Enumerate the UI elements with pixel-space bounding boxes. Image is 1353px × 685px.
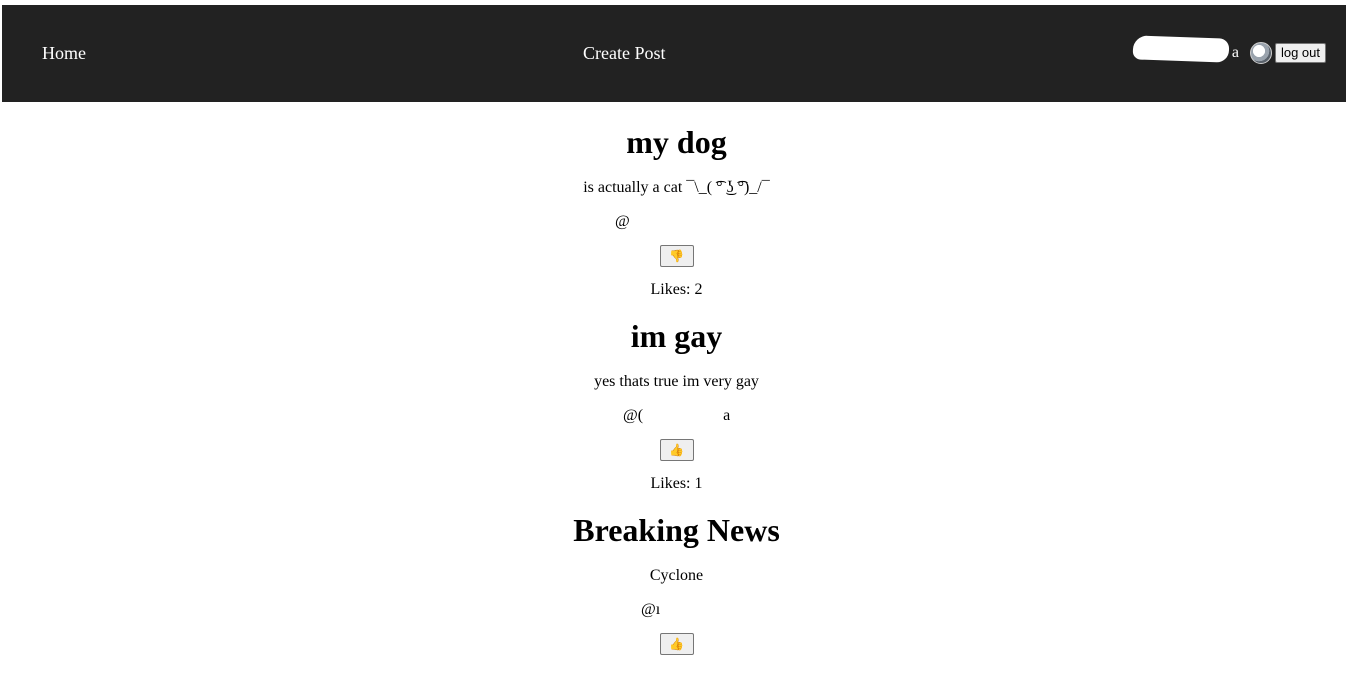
post-title: my dog <box>626 124 727 160</box>
avatar <box>1249 42 1272 64</box>
post-body: Cyclone <box>649 567 704 584</box>
username-display: a <box>1132 35 1239 65</box>
like-button[interactable]: 👍 <box>659 439 694 461</box>
redaction-mark <box>1132 35 1230 63</box>
nav-home-link[interactable]: Home <box>42 42 86 64</box>
navbar: Home Create Post a log out <box>2 5 1346 102</box>
thumbs-up-icon: 👍 <box>669 443 684 457</box>
post-author-handle: @ <box>615 213 630 230</box>
post-title: im gay <box>630 318 723 354</box>
post-body: yes thats true im very gay <box>594 373 759 390</box>
post-author-handle: @( a <box>623 407 731 424</box>
post-author-handle: @ı <box>641 601 661 618</box>
likes-count: Likes: 1 <box>650 475 703 492</box>
logout-button[interactable]: log out <box>1274 43 1326 63</box>
thumbs-down-icon: 👎 <box>669 249 684 263</box>
likes-count: Likes: 2 <box>650 281 703 298</box>
post-feed: my dog is actually a cat ¯\_( ͡° ͜ʖ ͡°)_… <box>0 102 1353 655</box>
post-card: my dog is actually a cat ¯\_( ͡° ͜ʖ ͡°)_… <box>0 102 1353 300</box>
like-row: 👍 <box>0 620 1353 655</box>
like-row: 👎 <box>0 232 1353 267</box>
dislike-button[interactable]: 👎 <box>659 245 694 267</box>
username-suffix: a <box>1231 44 1239 61</box>
post-body: is actually a cat ¯\_( ͡° ͜ʖ ͡°)_/¯ <box>583 179 770 196</box>
like-row: 👍 <box>0 426 1353 461</box>
user-area: a log out <box>1132 35 1326 65</box>
post-title: Breaking News <box>573 512 780 548</box>
post-author: @( a <box>0 392 1353 426</box>
post-author: @ <box>0 198 1353 232</box>
nav-create-post-link[interactable]: Create Post <box>583 42 666 64</box>
post-card: Breaking News Cyclone @ı 👍 <box>0 494 1353 655</box>
thumbs-up-icon: 👍 <box>669 637 684 651</box>
post-author: @ı <box>0 586 1353 620</box>
post-card: im gay yes thats true im very gay @( a 👍… <box>0 300 1353 494</box>
like-button[interactable]: 👍 <box>659 633 694 655</box>
